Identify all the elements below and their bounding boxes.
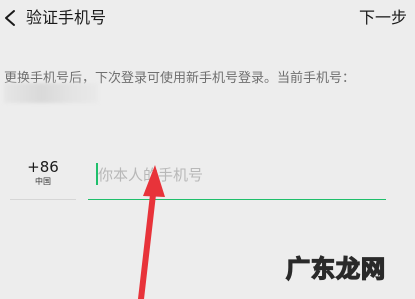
country-code-value: +86 bbox=[27, 158, 59, 176]
next-step-button[interactable]: 下一步 bbox=[359, 8, 407, 28]
page-title: 验证手机号 bbox=[26, 8, 107, 27]
top-bar: 验证手机号 下一步 bbox=[0, 0, 415, 36]
chevron-left-icon[interactable] bbox=[3, 9, 17, 27]
country-name: 中国 bbox=[35, 177, 51, 186]
watermark-logo: 广东龙网 bbox=[285, 254, 386, 283]
masked-current-phone bbox=[4, 83, 98, 103]
country-code-selector[interactable]: +86 中国 bbox=[10, 157, 76, 200]
phone-input-field[interactable] bbox=[88, 157, 386, 200]
phone-number-input[interactable] bbox=[98, 161, 378, 189]
